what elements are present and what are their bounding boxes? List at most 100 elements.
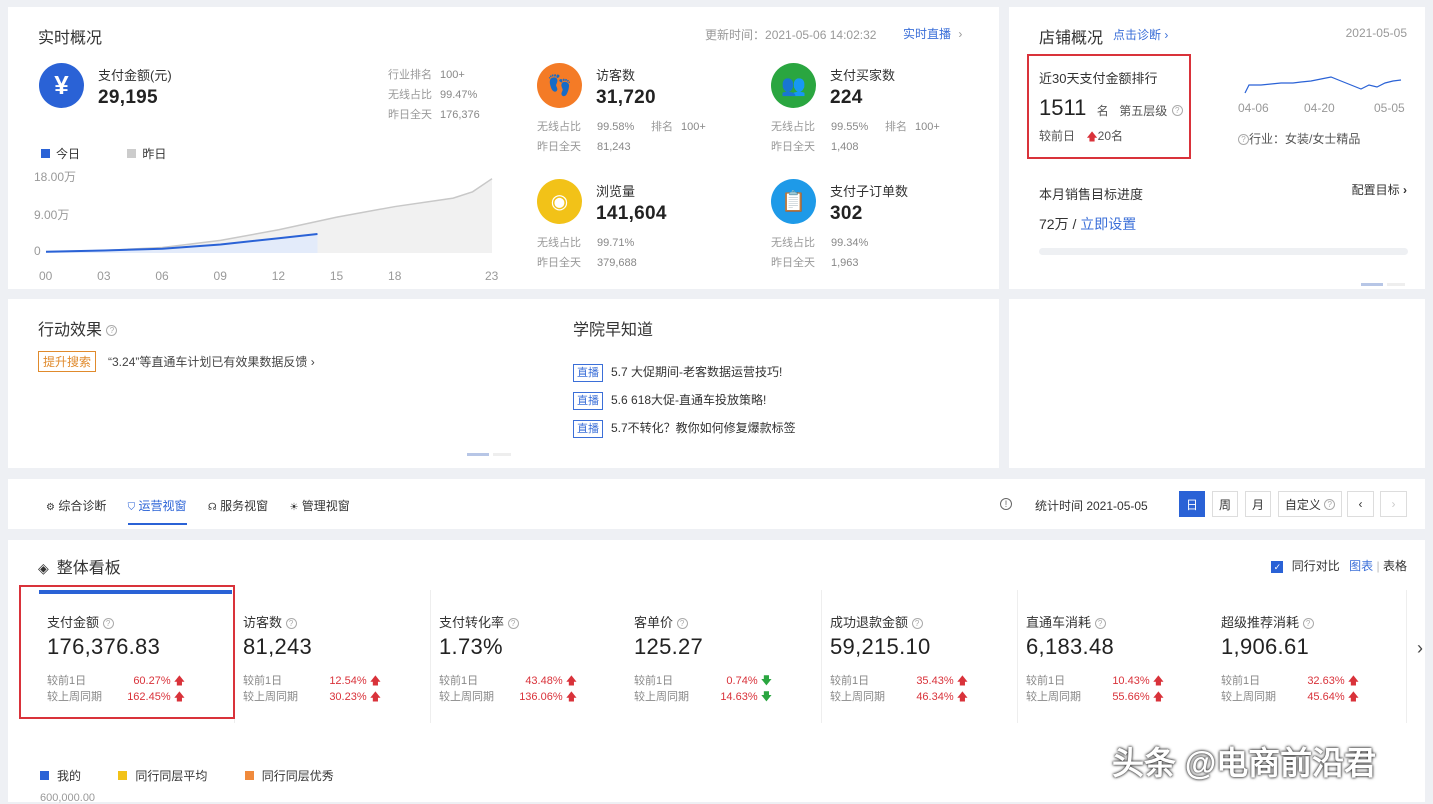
legend-avg-swatch [118,771,128,780]
legend-yesterday-swatch [127,149,137,158]
help-icon[interactable]: ? [1094,618,1106,630]
tab-label: 综合诊断 [58,499,107,513]
compare-day-label: 较前1日 [634,675,674,687]
tile-stat-label: 无线占比 [771,121,815,133]
set-target-link[interactable]: 立即设置 [1080,216,1136,232]
diagnose-link[interactable]: 点击诊断 › [1113,26,1168,43]
period-month-button[interactable]: 月 [1245,491,1271,517]
carousel-dot[interactable] [493,453,512,456]
metric-card[interactable]: 成功退款金额 ? 59,215.10 较前1日 35.43% 🡅 较上周同期 46.… [822,590,1018,723]
spark-x-axis: 04-06 04-20 05-05 [1238,101,1413,115]
metric-label: 超级推荐消耗 [1221,615,1300,630]
bulb-icon: ☀ [289,502,299,513]
arrow-up-icon: 🡅 [1152,691,1164,703]
metric-card[interactable]: 超级推荐消耗 ? 1,906.61 较前1日 32.63% 🡅 较上周同期 45.6… [1213,590,1407,723]
compare-week-pct-wrap: 46.34% 🡅 [916,688,968,707]
chart-legend: 今日 昨日 [41,145,166,162]
compare-day-pct: 32.63% [1307,675,1345,687]
target-value: 72万 [1039,216,1069,232]
legend-today: 今日 [56,147,81,161]
metric-compare-week: 较上周同期 55.66% 🡅 [1026,688,1176,704]
tile-stat-value: 1,963 [831,257,859,269]
chevron-right-icon: › [1164,28,1169,42]
next-date-button[interactable]: › [1380,491,1407,517]
metrics-next-arrow[interactable]: › [1417,638,1423,659]
stat-label: 昨日全天 [388,109,432,121]
action-card: 行动效果 ? 提升搜索 “3.24”等直通车计划已有效果数据反馈 › 学院早知道 … [8,299,999,468]
view-chart-link[interactable]: 图表 [1349,559,1373,573]
watermark: 头条 @电商前沿君 [1112,745,1377,781]
tile-value: 302 [830,203,863,224]
x-tick: 23 [485,269,499,283]
metric-label: 直通车消耗 [1026,615,1092,630]
academy-item[interactable]: 直播 5.6 618大促-直通车投放策略! [573,386,796,414]
carousel-dot-active[interactable] [1361,283,1383,286]
realtime-chart: 18.00万9.00万000 03 06 09 12 15 18 23 [34,170,499,283]
help-icon[interactable]: ? [1238,134,1249,146]
help-icon[interactable]: ? [1302,618,1314,630]
diagnosis-icon: ⚙ [46,502,55,513]
carousel-dots[interactable] [1361,273,1406,291]
legend-top: 同行同层优秀 [261,769,334,783]
tile-stat-value: 99.34% [831,237,869,249]
metric-card[interactable]: 访客数 ? 81,243 较前1日 12.54% 🡅 较上周同期 30.23% 🡅 [235,590,431,723]
academy-item[interactable]: 直播 5.7 大促期间-老客数据运营技巧! [573,358,796,386]
tab-label: 管理视窗 [301,499,350,513]
metric-card[interactable]: 客单价 ? 125.27 较前1日 0.74% 🡇 较上周同期 14.63% 🡇 [626,590,822,723]
live-tag: 直播 [573,364,603,382]
metric-card[interactable]: 直通车消耗 ? 6,183.48 较前1日 10.43% 🡅 较上周同期 55.66… [1018,590,1214,723]
period-day-button[interactable]: 日 [1179,491,1205,517]
metric-label-row: 直通车消耗 ? [1026,612,1106,631]
metric-label: 支付转化率 [439,615,505,630]
metric-compare-day: 较前1日 35.43% 🡅 [830,672,980,688]
tile-line2: 昨日全天 1,408 [771,138,859,154]
board-options: ✓ 同行对比 图表 | 表格 [1271,557,1407,574]
metric-card[interactable]: 支付转化率 ? 1.73% 较前1日 43.48% 🡅 较上周同期 136.06% … [431,590,627,723]
metric-value: 6,183.48 [1026,634,1115,659]
prev-date-button[interactable]: ‹ [1347,491,1374,517]
tab-operation[interactable]: ⛉ 运营视窗 [127,499,187,525]
action-carousel-dots[interactable] [467,443,512,461]
carousel-dot-active[interactable] [467,453,489,456]
target-row: 72万 / 立即设置 [1039,216,1137,232]
arrow-up-icon: 🡅 [565,675,577,687]
arrow-up-icon: 🡅 [1347,691,1359,703]
pay-amount-label: 支付金额(元) [98,68,172,83]
help-icon[interactable]: ? [676,618,688,630]
period-custom-button[interactable]: 自定义 ? [1278,491,1342,517]
metric-label: 成功退款金额 [830,615,909,630]
tab-service[interactable]: ☊ 服务视窗 [208,499,268,513]
stat-value: 99.47% [440,89,478,101]
config-target-link[interactable]: 配置目标 › [1352,181,1407,198]
arrow-down-icon: 🡇 [760,675,772,687]
help-icon[interactable]: ? [106,325,118,337]
live-link[interactable]: 实时直播 › [903,25,962,42]
tile-rank-label: 排名 [651,121,673,133]
carousel-dot[interactable] [1387,283,1406,286]
tab-diagnosis[interactable]: ⚙ 综合诊断 [46,499,106,513]
help-icon[interactable]: ? [285,618,297,630]
shield-icon: ⛉ [127,502,136,513]
metric-compare-week: 较上周同期 30.23% 🡅 [243,688,393,704]
legend-yesterday: 昨日 [142,147,167,161]
tile-stat-value: 81,243 [597,141,631,153]
store-title: 店铺概况 [1039,30,1104,47]
pay-stats: 行业排名 100+ 无线占比 99.47% 昨日全天 176,376 [388,65,480,125]
academy-item[interactable]: 直播 5.7不转化？教你如何修复爆款标签 [573,414,796,442]
compare-week-label: 较上周同期 [439,691,494,703]
tile-stat-value: 1,408 [831,141,859,153]
compare-week-pct: 14.63% [720,691,758,703]
help-icon[interactable]: ? [507,618,519,630]
compare-week-label: 较上周同期 [1026,691,1081,703]
legend-mine: 我的 [57,769,82,783]
info-icon[interactable]: ! [1000,498,1012,510]
action-item[interactable]: 提升搜索 “3.24”等直通车计划已有效果数据反馈 › [38,351,315,372]
checkbox-checked-icon[interactable]: ✓ [1271,560,1284,573]
view-table-link[interactable]: 表格 [1383,559,1407,573]
compare-week-pct: 136.06% [519,691,563,703]
legend-top-swatch [244,771,254,780]
help-icon[interactable]: ? [911,618,923,630]
period-week-button[interactable]: 周 [1212,491,1238,517]
tab-management[interactable]: ☀ 管理视窗 [289,499,349,513]
compare-day-label: 较前1日 [1221,675,1261,687]
